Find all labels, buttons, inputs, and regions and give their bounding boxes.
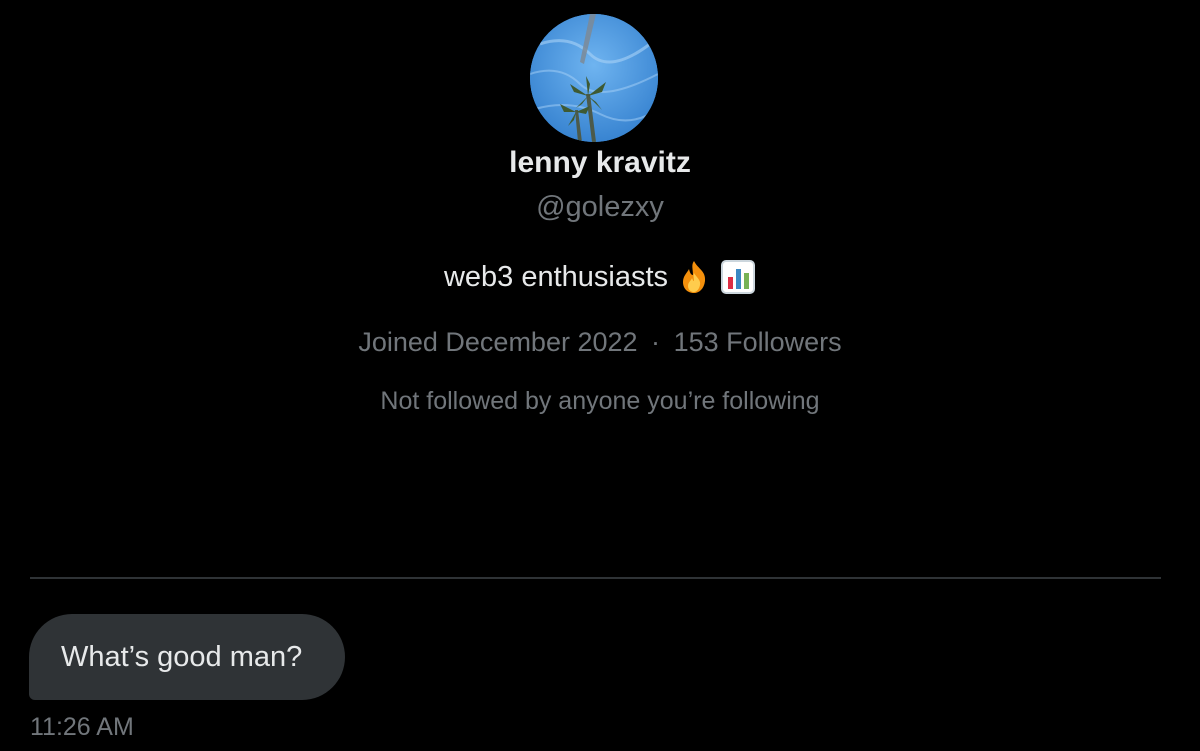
meta-separator: · xyxy=(651,327,661,357)
profile-mutual-followers: Not followed by anyone you’re following xyxy=(380,387,820,415)
message-text: What’s good man? xyxy=(61,641,303,673)
profile-display-name[interactable]: lenny kravitz xyxy=(0,146,1200,180)
profile-meta: Joined December 2022 · 153 Followers xyxy=(0,325,1200,359)
bar-chart-emoji-icon xyxy=(720,259,756,295)
profile-handle[interactable]: @golezxy xyxy=(0,190,1200,224)
fire-emoji-icon xyxy=(676,259,712,295)
profile-bio-text: web3 enthusiasts xyxy=(443,261,669,293)
palm-tree-photo-icon xyxy=(530,14,658,142)
profile-bio: web3 enthusiasts xyxy=(0,259,1200,295)
profile-followers-count[interactable]: 153 Followers xyxy=(674,327,842,357)
divider xyxy=(30,577,1161,579)
profile-joined-date: Joined December 2022 xyxy=(358,327,638,357)
dm-conversation-page: lenny kravitz @golezxy web3 enthusiasts xyxy=(0,0,1200,751)
message-bubble-received[interactable]: What’s good man? xyxy=(29,614,345,700)
avatar[interactable] xyxy=(530,14,658,142)
message-timestamp: 11:26 AM xyxy=(30,713,134,741)
